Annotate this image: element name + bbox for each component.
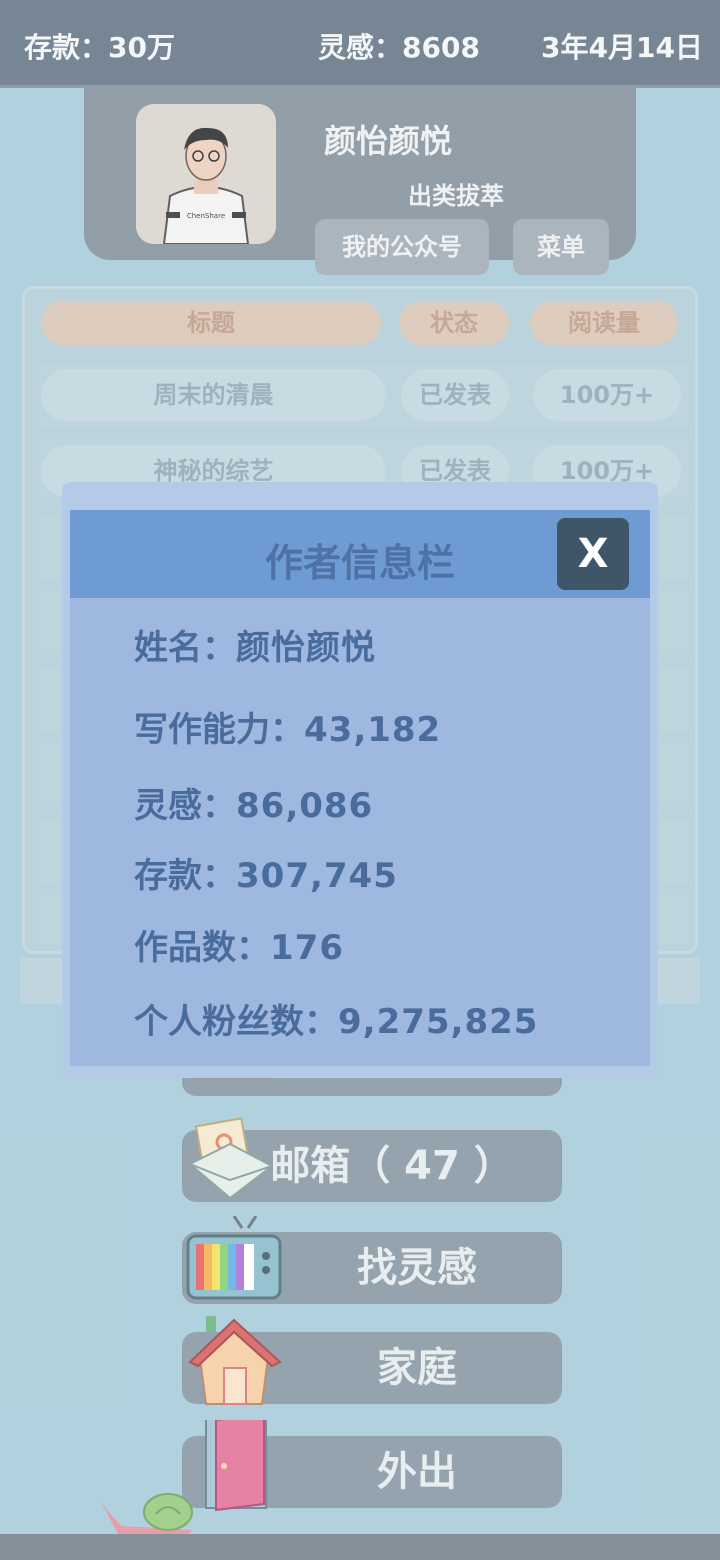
close-button[interactable]: X: [557, 518, 629, 590]
stat-inspiration: 灵感：86,086: [134, 778, 373, 827]
stat-fans: 个人粉丝数：9,275,825: [134, 994, 538, 1043]
stat-inspiration-value: 86,086: [236, 786, 374, 826]
stat-name-value: 颜怡颜悦: [236, 628, 376, 668]
stat-works-label: 作品数：: [134, 928, 270, 968]
stat-name-label: 姓名：: [134, 628, 236, 668]
stat-savings-label: 存款：: [134, 856, 236, 896]
stat-works-value: 176: [270, 928, 344, 968]
stat-fans-label: 个人粉丝数：: [134, 1002, 338, 1042]
stat-writing-value: 43,182: [304, 710, 442, 750]
stat-inspiration-label: 灵感：: [134, 786, 236, 826]
stat-fans-value: 9,275,825: [338, 1002, 539, 1042]
dialog-header: 作者信息栏 X: [70, 510, 650, 598]
stat-savings: 存款：307,745: [134, 848, 398, 897]
stat-name: 姓名：颜怡颜悦: [134, 620, 376, 669]
stat-writing-label: 写作能力：: [134, 710, 304, 750]
stat-writing-ability: 写作能力：43,182: [134, 702, 441, 751]
author-info-panel: 作者信息栏 X 姓名：颜怡颜悦 写作能力：43,182 灵感：86,086 存款…: [70, 510, 650, 1066]
stat-savings-value: 307,745: [236, 856, 398, 896]
stat-works-count: 作品数：176: [134, 920, 344, 969]
author-info-dialog: 作者信息栏 X 姓名：颜怡颜悦 写作能力：43,182 灵感：86,086 存款…: [62, 482, 658, 1078]
